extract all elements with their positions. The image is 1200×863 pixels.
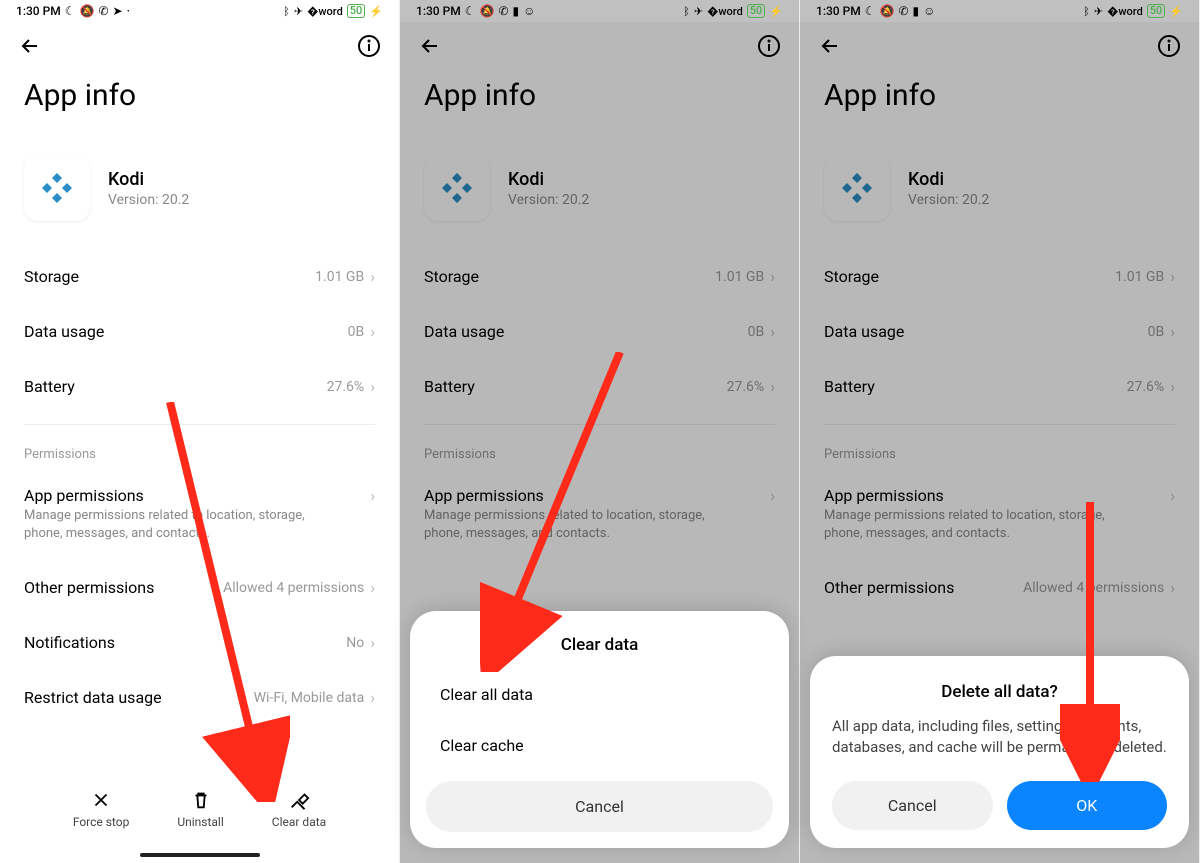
- clear-cache-option[interactable]: Clear cache: [426, 720, 773, 771]
- home-indicator[interactable]: [140, 853, 260, 857]
- row-data-usage[interactable]: Data usage 0B›: [0, 304, 399, 359]
- row-notifications[interactable]: Notifications No›: [0, 615, 399, 670]
- app-header: KodiVersion: 20.2: [400, 123, 799, 249]
- dnd-icon: 🔕: [80, 5, 95, 17]
- screen-1: 1:30 PM ☾ 🔕 ✆ ➤ · ᛒ ✈ �word 50 ⚡ App inf…: [0, 0, 400, 863]
- wifi-icon: �word: [1107, 6, 1143, 17]
- whatsapp-icon: ✆: [98, 5, 108, 17]
- status-bar: 1:30 PM ☾ 🔕 ✆ ▮ ☺ ᛒ ✈ �word 50 ⚡: [800, 0, 1199, 22]
- back-button[interactable]: [18, 34, 42, 62]
- row-battery[interactable]: Battery27.6%›: [400, 359, 799, 414]
- row-storage[interactable]: Storage 1.01 GB›: [0, 249, 399, 304]
- row-data-usage[interactable]: Data usage0B›: [800, 304, 1199, 359]
- sheet-title: Clear data: [426, 635, 773, 655]
- chevron-right-icon: ›: [370, 688, 375, 707]
- app-header: Kodi Version: 20.2: [0, 123, 399, 249]
- chevron-right-icon: ›: [370, 633, 375, 652]
- moon-icon: ☾: [65, 5, 76, 17]
- status-time: 1:30 PM: [416, 4, 461, 18]
- back-button[interactable]: [418, 34, 442, 62]
- whatsapp-icon: ✆: [498, 5, 508, 17]
- permissions-header: Permissions: [0, 435, 399, 468]
- moon-icon: ☾: [465, 5, 476, 17]
- status-time: 1:30 PM: [816, 4, 861, 18]
- charging-icon: ⚡: [769, 6, 783, 17]
- bluetooth-icon: ᛒ: [1083, 6, 1090, 17]
- status-time: 1:30 PM: [16, 4, 61, 18]
- info-button[interactable]: [1157, 34, 1181, 62]
- row-battery[interactable]: Battery 27.6%›: [0, 359, 399, 414]
- battery-icon: 50: [1147, 4, 1166, 18]
- battery-icon: 50: [347, 4, 366, 18]
- chevron-right-icon: ›: [370, 377, 375, 396]
- force-stop-button[interactable]: Force stop: [73, 789, 130, 829]
- bottom-action-bar: Force stop Uninstall Clear data: [0, 781, 399, 863]
- divider: [24, 424, 375, 425]
- kodi-app-icon: [24, 155, 90, 221]
- reddit-icon: ☺: [523, 5, 535, 17]
- clear-data-sheet: Clear data Clear all data Clear cache Ca…: [410, 611, 789, 848]
- app-name: Kodi: [108, 169, 189, 190]
- reddit-icon: ☺: [923, 5, 935, 17]
- sim-icon: ▮: [913, 5, 920, 17]
- airplane-icon: ✈: [694, 6, 703, 17]
- page-title: App info: [400, 74, 799, 123]
- row-other-permissions[interactable]: Other permissions Allowed 4 permissions›: [0, 560, 399, 615]
- back-button[interactable]: [818, 34, 842, 62]
- dialog-cancel-button[interactable]: Cancel: [832, 781, 993, 830]
- uninstall-button[interactable]: Uninstall: [177, 789, 223, 829]
- screen-3: 1:30 PM ☾ 🔕 ✆ ▮ ☺ ᛒ ✈ �word 50 ⚡ App inf…: [800, 0, 1200, 863]
- chevron-right-icon: ›: [370, 486, 375, 505]
- row-app-permissions[interactable]: App permissionsManage permissions relate…: [400, 468, 799, 560]
- row-storage[interactable]: Storage1.01 GB›: [400, 249, 799, 304]
- dnd-icon: 🔕: [480, 5, 495, 17]
- moon-icon: ☾: [865, 5, 876, 17]
- clear-all-data-option[interactable]: Clear all data: [426, 669, 773, 720]
- airplane-icon: ✈: [294, 6, 303, 17]
- kodi-app-icon: [824, 155, 890, 221]
- airplane-icon: ✈: [1094, 6, 1103, 17]
- chevron-right-icon: ›: [370, 578, 375, 597]
- status-bar: 1:30 PM ☾ 🔕 ✆ ▮ ☺ ᛒ ✈ �word 50 ⚡: [400, 0, 799, 22]
- wifi-icon: �word: [307, 6, 343, 17]
- page-title: App info: [0, 74, 399, 123]
- app-version: Version: 20.2: [108, 192, 189, 208]
- sheet-cancel-button[interactable]: Cancel: [426, 781, 773, 832]
- dialog-message: All app data, including files, settings,…: [832, 716, 1167, 760]
- chevron-right-icon: ›: [370, 322, 375, 341]
- clear-data-button[interactable]: Clear data: [272, 789, 326, 829]
- bluetooth-icon: ᛒ: [283, 6, 290, 17]
- kodi-app-icon: [424, 155, 490, 221]
- chevron-right-icon: ›: [370, 267, 375, 286]
- row-restrict-data[interactable]: Restrict data usage Wi-Fi, Mobile data›: [0, 670, 399, 725]
- row-battery[interactable]: Battery27.6%›: [800, 359, 1199, 414]
- telegram-icon: ➤: [113, 5, 123, 17]
- delete-data-dialog: Delete all data? All app data, including…: [810, 656, 1189, 849]
- dialog-title: Delete all data?: [832, 682, 1167, 702]
- row-app-permissions[interactable]: App permissionsManage permissions relate…: [800, 468, 1199, 560]
- bluetooth-icon: ᛒ: [683, 6, 690, 17]
- more-icon: ·: [127, 5, 130, 17]
- wifi-icon: �word: [707, 6, 743, 17]
- row-app-permissions[interactable]: App permissions Manage permissions relat…: [0, 468, 399, 560]
- sim-icon: ▮: [513, 5, 520, 17]
- screen-2: 1:30 PM ☾ 🔕 ✆ ▮ ☺ ᛒ ✈ �word 50 ⚡ App inf…: [400, 0, 800, 863]
- row-storage[interactable]: Storage1.01 GB›: [800, 249, 1199, 304]
- battery-icon: 50: [747, 4, 766, 18]
- charging-icon: ⚡: [369, 6, 383, 17]
- dnd-icon: 🔕: [880, 5, 895, 17]
- info-button[interactable]: [357, 34, 381, 62]
- charging-icon: ⚡: [1169, 6, 1183, 17]
- status-bar: 1:30 PM ☾ 🔕 ✆ ➤ · ᛒ ✈ �word 50 ⚡: [0, 0, 399, 22]
- dialog-ok-button[interactable]: OK: [1007, 781, 1168, 830]
- row-data-usage[interactable]: Data usage0B›: [400, 304, 799, 359]
- whatsapp-icon: ✆: [898, 5, 908, 17]
- info-button[interactable]: [757, 34, 781, 62]
- row-other-permissions[interactable]: Other permissionsAllowed 4 permissions›: [800, 560, 1199, 615]
